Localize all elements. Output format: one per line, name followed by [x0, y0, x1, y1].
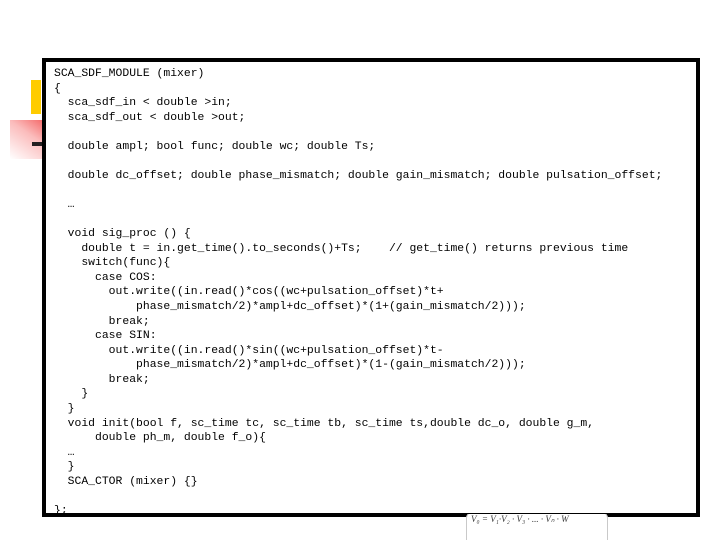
equation-box: V₀ = V₁·V₂ · V₃ · ... · Vₙ · W [466, 514, 608, 540]
equation-text: V₀ = V₁·V₂ · V₃ · ... · Vₙ · W [471, 514, 569, 524]
code-panel: SCA_SDF_MODULE (mixer) { sca_sdf_in < do… [42, 58, 700, 517]
yellow-bar-accent [31, 80, 41, 114]
equation-graphic: V₀ = V₁·V₂ · V₃ · ... · Vₙ · W [466, 514, 608, 540]
slide-canvas: SCA_SDF_MODULE (mixer) { sca_sdf_in < do… [0, 0, 720, 540]
pink-gradient-accent [10, 120, 43, 159]
code-listing: SCA_SDF_MODULE (mixer) { sca_sdf_in < do… [54, 68, 663, 517]
